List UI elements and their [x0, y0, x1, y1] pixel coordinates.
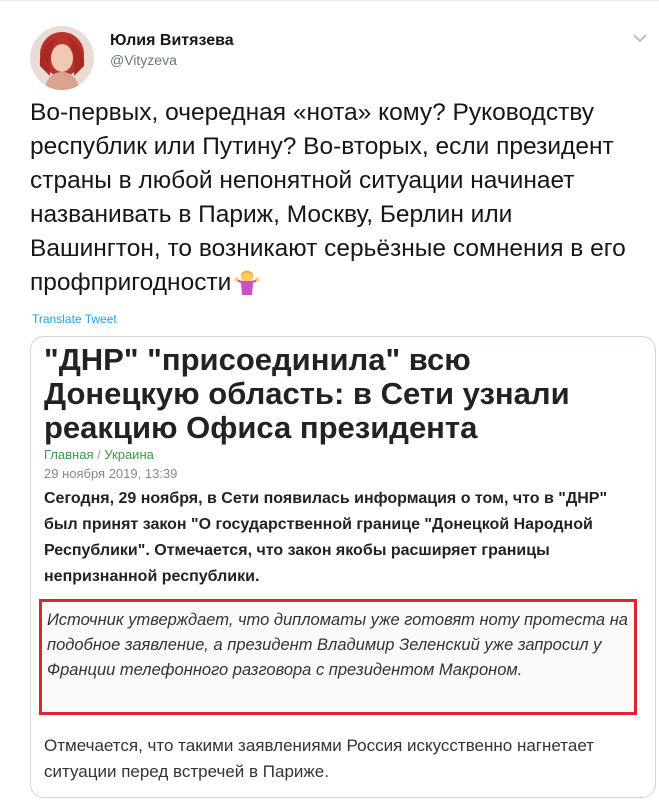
avatar[interactable] — [30, 26, 94, 90]
breadcrumb: Главная / Украина — [44, 447, 154, 462]
article-quote: Источник утверждает, что дипломаты уже г… — [47, 611, 628, 679]
breadcrumb-ukraine[interactable]: Украина — [104, 447, 154, 462]
tweet-body: Во-первых, очередная «нота» кому? Руково… — [30, 99, 626, 296]
article-headline: "ДНР" "присоединила" всю Донецкую област… — [44, 342, 570, 445]
chevron-down-icon[interactable] — [630, 30, 650, 46]
person-shrugging-emoji-icon — [233, 268, 261, 296]
article-date: 29 ноября 2019, 13:39 — [44, 466, 178, 481]
breadcrumb-separator: / — [97, 447, 101, 462]
breadcrumb-home[interactable]: Главная — [44, 447, 93, 462]
article-card-image[interactable]: "ДНР" "присоединила" всю Донецкую област… — [30, 336, 656, 798]
highlighted-quote-box: Источник утверждает, что дипломаты уже г… — [39, 599, 637, 715]
author-name[interactable]: Юлия Витязева — [110, 32, 234, 50]
top-divider — [0, 0, 659, 1]
tweet-text: Во-первых, очередная «нота» кому? Руково… — [30, 96, 630, 300]
article-lead: Сегодня, 29 ноября, в Сети появилась инф… — [44, 490, 608, 585]
translate-tweet-link[interactable]: Translate Tweet — [32, 312, 117, 326]
article-paragraph: Отмечается, что такими заявлениями Росси… — [44, 736, 595, 781]
author-handle[interactable]: @Vityzeva — [110, 52, 177, 68]
